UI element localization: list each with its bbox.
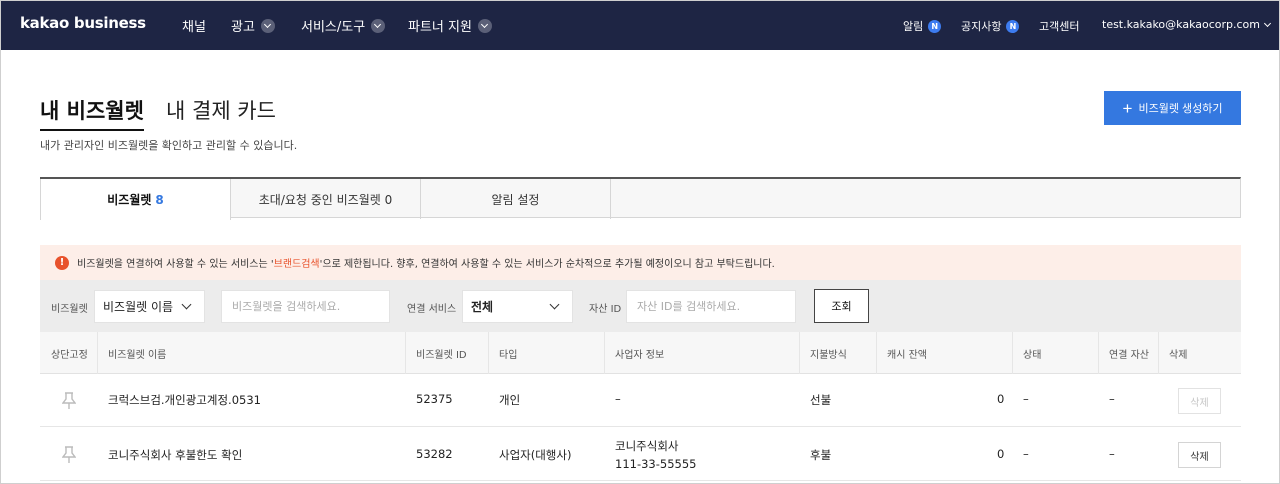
pin-icon[interactable] <box>62 392 76 410</box>
alerts-label: 알림 <box>903 20 924 33</box>
alerts-link[interactable]: 알림 N <box>903 18 942 34</box>
nav-item-channel[interactable]: 채널 <box>182 16 206 35</box>
chevron-down-icon <box>371 18 386 33</box>
asset-id-input[interactable] <box>626 290 796 323</box>
payment-method: 선불 <box>810 393 832 407</box>
nav-item-label: 서비스/도구 <box>301 20 366 35</box>
status: – <box>1023 392 1029 406</box>
create-bizwallet-button[interactable]: + 비즈월렛 생성하기 <box>1104 91 1241 125</box>
service-filter-label: 연결 서비스 <box>407 304 457 315</box>
column-header: 상단고정 <box>51 350 88 361</box>
column-header: 사업자 정보 <box>615 350 665 361</box>
chevron-down-icon <box>477 18 492 33</box>
kakao-business-logo[interactable]: kakao business <box>20 14 146 32</box>
chevron-down-icon <box>1263 19 1272 27</box>
column-header: 지불방식 <box>810 350 847 361</box>
column-header: 삭제 <box>1169 350 1188 361</box>
tab-invites[interactable]: 초대/요청 중인 비즈월렛 0 <box>231 179 421 219</box>
wallet-id: 52375 <box>416 392 453 406</box>
notice-text: 비즈월렛을 연결하여 사용할 수 있는 서비스는 '브랜드검색'으로 제한됩니다… <box>77 259 775 270</box>
column-header: 캐시 잔액 <box>887 350 927 361</box>
notices-label: 공지사항 <box>961 20 1002 33</box>
nav-item-label: 광고 <box>231 20 255 35</box>
top-navigation: kakao business 채널 광고 서비스/도구 파트너 지원 알림 N … <box>0 0 1280 50</box>
linked-asset: – <box>1109 392 1115 406</box>
tab-label: 초대/요청 중인 비즈월렛 0 <box>258 192 393 207</box>
page-title[interactable]: 내 비즈월렛 <box>40 95 144 131</box>
chevron-down-icon <box>181 299 192 310</box>
wallet-filter-label: 비즈월렛 <box>51 304 88 315</box>
account-menu[interactable]: test.kakako@kakaocorp.com <box>1102 18 1272 31</box>
plus-icon: + <box>1122 98 1133 118</box>
nav-item-label: 파트너 지원 <box>408 20 472 35</box>
status: – <box>1023 447 1029 461</box>
business-number: 111-33-55555 <box>615 457 697 471</box>
create-button-label: 비즈월렛 생성하기 <box>1138 103 1223 115</box>
column-header: 비즈월렛 ID <box>416 350 467 361</box>
wallet-id: 53282 <box>416 447 453 461</box>
search-button[interactable]: 조회 <box>814 289 869 323</box>
asset-filter-label: 자산 ID <box>589 304 622 315</box>
nav-item-services-tools[interactable]: 서비스/도구 <box>301 16 386 35</box>
column-header: 연결 자산 <box>1109 350 1149 361</box>
new-badge: N <box>1006 19 1020 33</box>
cash-balance: 0 <box>997 447 1005 461</box>
nav-item-label: 채널 <box>182 20 206 35</box>
account-email: test.kakako@kakaocorp.com <box>1102 18 1261 31</box>
wallet-search-type-select[interactable]: 비즈월렛 이름 <box>94 290 205 323</box>
page-description: 내가 관리자인 비즈월렛을 확인하고 관리할 수 있습니다. <box>40 139 298 152</box>
warning-icon: ! <box>55 255 69 270</box>
support-link[interactable]: 고객센터 <box>1039 18 1079 34</box>
notice-highlight: 브랜드검색 <box>273 259 320 270</box>
nav-item-partner-support[interactable]: 파트너 지원 <box>408 16 492 35</box>
business-name: 코니주식회사 <box>615 439 679 453</box>
delete-button[interactable]: 삭제 <box>1178 388 1221 414</box>
wallet-type: 사업자(대행사) <box>499 448 572 462</box>
table-row: 코니주식회사 후불한도 확인 53282 사업자(대행사) 코니주식회사 111… <box>40 428 1241 481</box>
column-header: 타입 <box>499 350 518 361</box>
table-header: 상단고정 비즈월렛 이름 비즈월렛 ID 타입 사업자 정보 지불방식 캐시 잔… <box>40 332 1241 374</box>
tab-payment-cards[interactable]: 내 결제 카드 <box>166 95 276 125</box>
pin-icon[interactable] <box>62 446 76 464</box>
nav-item-ads[interactable]: 광고 <box>231 16 275 35</box>
table-row: 크럭스브검.개인광고계정.0531 52375 개인 – 선불 0 – – 삭제 <box>40 374 1241 427</box>
tab-bar: 비즈월렛 8 초대/요청 중인 비즈월렛 0 알림 설정 <box>40 177 1241 220</box>
tab-label: 비즈월렛 <box>107 193 152 207</box>
wallet-search-input[interactable] <box>221 290 390 323</box>
column-header: 비즈월렛 이름 <box>108 350 167 361</box>
tab-bizwallet[interactable]: 비즈월렛 8 <box>40 179 231 220</box>
wallet-name[interactable]: 크럭스브검.개인광고계정.0531 <box>108 392 261 408</box>
notices-link[interactable]: 공지사항 N <box>961 18 1020 34</box>
chevron-down-icon <box>260 18 275 33</box>
service-notice: ! 비즈월렛을 연결하여 사용할 수 있는 서비스는 '브랜드검색'으로 제한됩… <box>40 245 1241 280</box>
tab-alert-settings[interactable]: 알림 설정 <box>421 179 611 219</box>
linked-asset: – <box>1109 447 1115 461</box>
cash-balance: 0 <box>997 392 1005 406</box>
payment-method: 후불 <box>810 448 832 462</box>
column-header: 상태 <box>1023 350 1042 361</box>
wallet-type: 개인 <box>499 393 521 407</box>
tab-count: 8 <box>155 192 164 207</box>
tab-label: 알림 설정 <box>491 192 540 207</box>
service-select[interactable]: 전체 <box>462 290 573 323</box>
new-badge: N <box>928 19 942 33</box>
wallet-name[interactable]: 코니주식회사 후불한도 확인 <box>108 447 242 463</box>
support-label: 고객센터 <box>1039 20 1080 33</box>
filter-bar: 비즈월렛 비즈월렛 이름 연결 서비스 전체 자산 ID 조회 <box>40 280 1241 332</box>
delete-button[interactable]: 삭제 <box>1178 442 1221 468</box>
chevron-down-icon <box>549 299 560 310</box>
business-info: – <box>615 392 621 406</box>
